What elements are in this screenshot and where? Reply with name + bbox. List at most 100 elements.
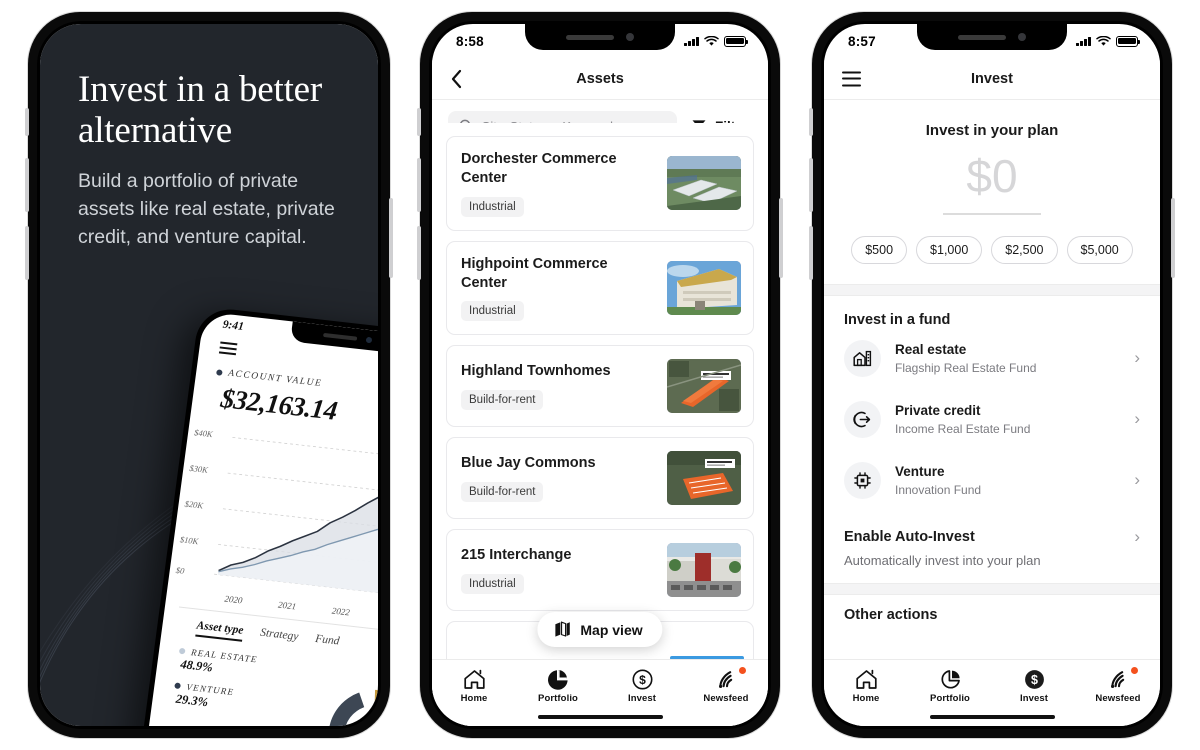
- asset-thumbnail: [667, 156, 741, 211]
- quick-amount-2500[interactable]: $2,500: [991, 235, 1058, 264]
- volume-down-button[interactable]: [25, 226, 29, 280]
- asset-card[interactable]: 215 Interchange Industrial: [446, 529, 754, 612]
- power-button[interactable]: [389, 198, 393, 278]
- volume-up-button[interactable]: [25, 158, 29, 212]
- nav-bar: Assets: [432, 58, 768, 100]
- notification-badge: [739, 666, 746, 674]
- amount-input[interactable]: $0: [844, 153, 1140, 199]
- wifi-icon: [704, 35, 719, 46]
- volume-down-button[interactable]: [809, 226, 813, 280]
- home-icon: [463, 669, 485, 689]
- tab-portfolio[interactable]: Portfolio: [908, 669, 992, 704]
- wifi-icon: [1096, 35, 1111, 46]
- asset-title: Highland Townhomes: [461, 363, 611, 380]
- quick-amount-1000[interactable]: $1,000: [916, 235, 983, 264]
- asset-thumbnail: [667, 451, 741, 506]
- asset-thumbnail: [667, 359, 741, 414]
- menu-button[interactable]: [842, 71, 861, 86]
- volume-down-button[interactable]: [417, 226, 421, 280]
- invest-plan-section: Invest in your plan $0 $500 $1,000 $2,50…: [824, 100, 1160, 284]
- mock-x-tick-2022: 2022: [331, 605, 351, 618]
- fund-row-real-estate[interactable]: Real estate Flagship Real Estate Fund ›: [844, 328, 1140, 389]
- volume-up-button[interactable]: [417, 158, 421, 212]
- auto-invest-subtitle: Automatically invest into your plan: [844, 552, 1041, 568]
- home-icon: [855, 669, 877, 689]
- power-button[interactable]: [1171, 198, 1175, 278]
- status-clock: 8:58: [456, 33, 484, 49]
- asset-card[interactable]: Highpoint Commerce Center Industrial: [446, 240, 754, 336]
- asset-title: Dorchester Commerce Center: [461, 151, 617, 186]
- quick-amount-500[interactable]: $500: [851, 235, 908, 264]
- chevron-right-icon: ›: [1134, 526, 1140, 546]
- svg-text:$: $: [1031, 673, 1038, 687]
- mock-account-chart: $40K $30K $20K $10K $0: [172, 419, 378, 617]
- mock-y-tick-10k: $10K: [179, 534, 199, 547]
- map-view-button[interactable]: Map view: [537, 612, 663, 647]
- tab-newsfeed[interactable]: Newsfeed: [684, 666, 768, 704]
- tab-bar: Home Portfolio $ Invest Newsfeed: [824, 658, 1160, 726]
- mock-hamburger-icon[interactable]: [218, 341, 238, 356]
- chevron-right-icon: ›: [1134, 409, 1140, 428]
- cellular-icon: [1076, 36, 1091, 46]
- power-button[interactable]: [779, 198, 783, 278]
- fund-subtitle: Income Real Estate Fund: [895, 422, 1031, 436]
- rss-icon: [1110, 670, 1124, 688]
- battery-icon: [724, 35, 749, 47]
- tab-invest[interactable]: $ Invest: [600, 669, 684, 704]
- pie-chart-icon: [940, 669, 960, 689]
- hero-screen: Invest in a better alternative Build a p…: [40, 24, 378, 726]
- tab-label: Portfolio: [538, 692, 578, 704]
- fund-section-heading: Invest in a fund: [844, 311, 951, 328]
- auto-invest-title: Enable Auto-Invest: [844, 528, 975, 545]
- tab-invest[interactable]: $ Invest: [992, 669, 1076, 704]
- asset-title: 215 Interchange: [461, 547, 572, 564]
- tab-portfolio[interactable]: Portfolio: [516, 669, 600, 704]
- map-view-label: Map view: [580, 621, 643, 638]
- chip-icon: [844, 461, 881, 499]
- hero-subheadline: Build a portfolio of private assets like…: [78, 170, 335, 248]
- fund-row-private-credit[interactable]: Private credit Income Real Estate Fund ›: [844, 389, 1140, 450]
- auto-invest-row[interactable]: Enable Auto-Invest › Automatically inves…: [824, 513, 1160, 583]
- home-indicator: [929, 714, 1055, 719]
- asset-thumbnail: [667, 543, 741, 598]
- asset-card[interactable]: Blue Jay Commons Build-for-rent: [446, 437, 754, 520]
- tab-label: Invest: [627, 692, 657, 704]
- status-bar: 8:58: [432, 24, 768, 58]
- asset-title: Highpoint Commerce Center: [461, 255, 608, 291]
- tab-newsfeed[interactable]: Newsfeed: [1076, 666, 1160, 704]
- home-indicator: [537, 714, 663, 719]
- quick-amount-5000[interactable]: $5,000: [1066, 235, 1133, 264]
- tab-home[interactable]: Home: [824, 669, 908, 704]
- page-title: Invest: [971, 70, 1013, 87]
- asset-title: Blue Jay Commons: [461, 455, 596, 472]
- status-bar: 8:57: [824, 24, 1160, 58]
- asset-card[interactable]: Dorchester Commerce Center Industrial: [446, 136, 754, 231]
- asset-thumbnail: [667, 261, 741, 316]
- back-button[interactable]: [450, 69, 463, 89]
- mock-x-tick-2021: 2021: [277, 599, 297, 612]
- tab-home[interactable]: Home: [432, 669, 516, 704]
- asset-category-chip: Industrial: [461, 301, 524, 322]
- silence-switch[interactable]: [809, 108, 813, 136]
- tab-label: Newsfeed: [1095, 692, 1141, 704]
- volume-up-button[interactable]: [809, 158, 813, 212]
- fund-subtitle: Innovation Fund: [895, 483, 982, 497]
- section-divider: [824, 283, 1160, 296]
- chevron-left-icon: [451, 69, 462, 88]
- fund-row-venture[interactable]: Venture Innovation Fund ›: [844, 450, 1140, 511]
- chevron-right-icon: ›: [1134, 470, 1140, 489]
- section-divider: [824, 582, 1160, 595]
- page-title: Assets: [576, 70, 624, 87]
- amount-underline: [943, 213, 1041, 215]
- mock-clock: 9:41: [221, 318, 245, 333]
- mock-tab-fund[interactable]: Fund: [314, 633, 340, 653]
- silence-switch[interactable]: [417, 108, 421, 136]
- dollar-circle-icon: $: [1024, 669, 1044, 689]
- fund-name: Private credit: [895, 403, 981, 418]
- silence-switch[interactable]: [25, 108, 29, 136]
- pie-chart-icon: [547, 669, 568, 690]
- asset-card[interactable]: Highland Townhomes Build-for-rent: [446, 345, 754, 428]
- map-icon: [555, 621, 570, 637]
- mock-y-tick-0: $0: [175, 564, 185, 576]
- phone-mockup-invest: 8:57 Invest Invest in your plan $0 $500 …: [809, 12, 1175, 738]
